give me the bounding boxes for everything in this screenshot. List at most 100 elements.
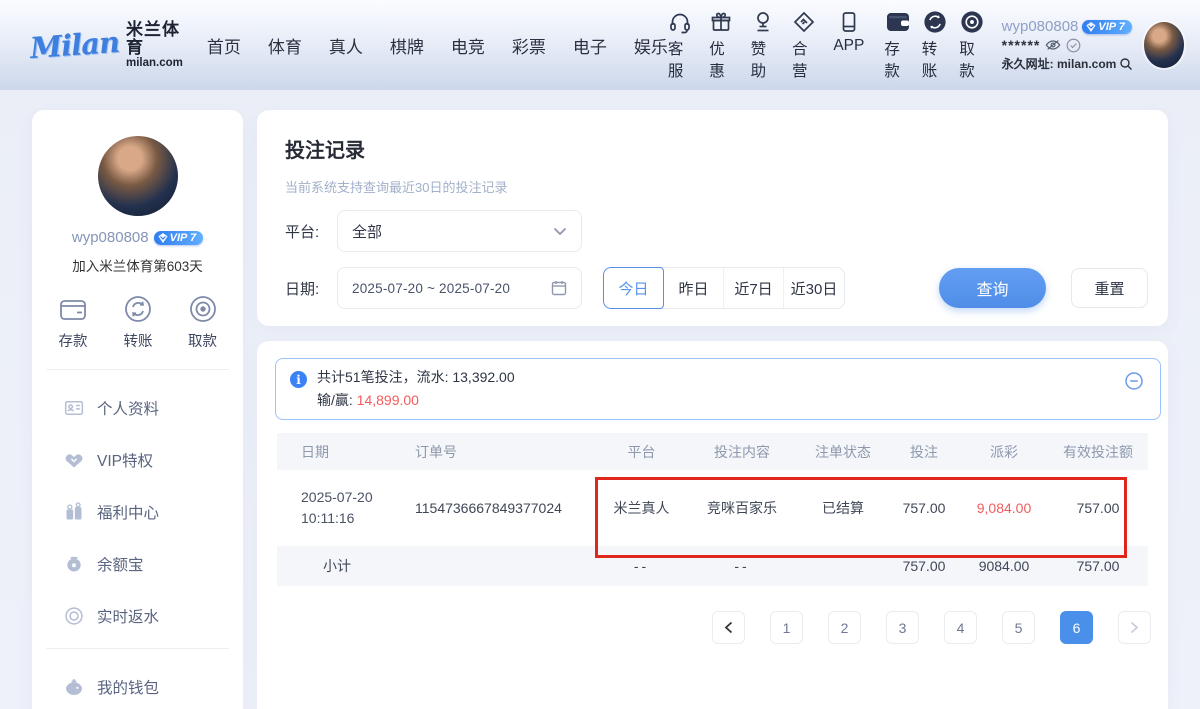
rebate-icon — [64, 606, 84, 626]
nav-item-live[interactable]: 真人 — [329, 33, 363, 58]
sidebar-item-yuebao[interactable]: 余额宝 — [32, 538, 243, 590]
sidebar-item-profile[interactable]: 个人资料 — [32, 382, 243, 434]
deposit-icon — [885, 10, 911, 34]
cell-valid-bet: 757.00 — [1048, 470, 1148, 546]
collapse-icon[interactable] — [1124, 371, 1144, 391]
platform-select[interactable]: 全部 — [337, 210, 582, 252]
bet-records-filter-card: 投注记录 当前系统支持查询最近30日的投注记录 平台: 全部 日期: 2025-… — [257, 110, 1168, 326]
cell-date: 2025-07-20 10:11:16 — [277, 470, 397, 546]
sidebar-item-label: 福利中心 — [97, 501, 159, 523]
sidebar-avatar[interactable] — [98, 136, 178, 216]
table-row: 2025-07-20 10:11:16 1154736667849377024 … — [277, 470, 1148, 546]
date-label: 日期: — [285, 278, 337, 299]
info-icon: i — [290, 371, 307, 388]
quick-icon-label: APP — [833, 37, 864, 55]
pagination-page-2[interactable]: 2 — [828, 611, 861, 644]
magnifier-icon[interactable] — [1119, 57, 1133, 71]
nav-item-home[interactable]: 首页 — [207, 33, 241, 58]
page-title: 投注记录 — [285, 134, 365, 163]
date-range-input[interactable]: 2025-07-20 ~ 2025-07-20 — [337, 267, 582, 309]
subtotal-content: -- — [686, 546, 798, 586]
transfer-button[interactable]: 转账 — [922, 10, 948, 81]
promotions-button[interactable]: 优惠 — [709, 10, 733, 81]
header-quick-icons: 客服 优惠 赞助 合营 APP — [668, 10, 864, 81]
deposit-button[interactable]: 存款 — [884, 10, 910, 81]
search-button[interactable]: 查询 — [939, 268, 1046, 308]
logo[interactable]: Milan 米兰体育 milan.com — [30, 21, 183, 69]
logo-domain: milan.com — [126, 57, 183, 69]
sidebar-item-rebate[interactable]: 实时返水 — [32, 590, 243, 642]
reset-button[interactable]: 重置 — [1071, 268, 1148, 308]
sidebar-menu-secondary: 我的钱包 — [32, 649, 243, 709]
header-wallet-icons: 存款 转账 取款 — [884, 10, 985, 81]
username: wyp080808 — [1002, 18, 1079, 35]
range-7days-button[interactable]: 近7日 — [724, 268, 784, 308]
logo-text: 米兰体育 milan.com — [126, 21, 183, 69]
pagination-page-3[interactable]: 3 — [886, 611, 919, 644]
wallet-icon — [64, 677, 84, 697]
vip-badge: VIP 7 — [1082, 20, 1132, 34]
phone-icon — [837, 10, 861, 34]
range-30days-button[interactable]: 近30日 — [784, 268, 844, 308]
nav-item-sports[interactable]: 体育 — [268, 33, 302, 58]
pagination: 1 2 3 4 5 6 — [712, 611, 1151, 644]
pagination-next-button[interactable] — [1118, 611, 1151, 644]
sidebar-transfer-button[interactable]: 转账 — [124, 295, 153, 351]
pagination-page-6[interactable]: 6 — [1060, 611, 1093, 644]
app-download-button[interactable]: APP — [833, 10, 864, 81]
join-days-text: 加入米兰体育第603天 — [32, 255, 243, 275]
nav-item-slots[interactable]: 电子 — [573, 33, 607, 58]
bet-records-table-card: i 共计51笔投注，流水: 13,392.00 输/赢: 14,899.00 日… — [257, 341, 1168, 709]
check-circle-icon[interactable] — [1066, 38, 1081, 53]
masked-balance: ****** — [1002, 37, 1041, 53]
platform-label: 平台: — [285, 221, 337, 242]
sidebar-vip-badge: VIP 7 — [154, 231, 204, 245]
cell-status: 已结算 — [798, 470, 888, 546]
col-header-content: 投注内容 — [686, 433, 798, 470]
quick-icon-label: 优惠 — [709, 37, 733, 81]
partnership-button[interactable]: 合营 — [792, 10, 816, 81]
deposit-icon — [58, 295, 88, 323]
eye-off-icon[interactable] — [1045, 38, 1061, 52]
range-yesterday-button[interactable]: 昨日 — [664, 268, 724, 308]
sidebar-item-vip[interactable]: VIP特权 — [32, 434, 243, 486]
sidebar-item-label: 个人资料 — [97, 397, 159, 419]
yuebao-icon — [64, 554, 84, 574]
handshake-icon — [792, 10, 816, 34]
table-header-row: 日期 订单号 平台 投注内容 注单状态 投注 派彩 有效投注额 — [277, 433, 1148, 470]
pagination-page-1[interactable]: 1 — [770, 611, 803, 644]
winloss-value: 14,899.00 — [357, 392, 419, 408]
avatar[interactable] — [1144, 22, 1185, 68]
withdraw-button[interactable]: 取款 — [959, 10, 985, 81]
sponsorship-button[interactable]: 赞助 — [751, 10, 775, 81]
range-today-button[interactable]: 今日 — [603, 267, 664, 309]
sidebar-item-wallet[interactable]: 我的钱包 — [32, 661, 243, 709]
logo-cn: 米兰体育 — [126, 21, 183, 57]
subtotal-row: 小计 -- -- 757.00 9084.00 757.00 — [277, 546, 1148, 586]
quick-icon-label: 合营 — [792, 37, 816, 81]
quick-icon-label: 赞助 — [751, 37, 775, 81]
sidebar-withdraw-button[interactable]: 取款 — [188, 295, 217, 351]
nav-item-entertainment[interactable]: 娱乐 — [634, 33, 668, 58]
user-info-block[interactable]: wyp080808 VIP 7 ****** 永久网址: milan.com — [1002, 18, 1136, 72]
subtotal-platform: -- — [597, 546, 686, 586]
pagination-prev-button[interactable] — [712, 611, 745, 644]
nav-item-esports[interactable]: 电竞 — [451, 33, 485, 58]
customer-service-button[interactable]: 客服 — [668, 10, 692, 81]
headset-icon — [668, 10, 692, 34]
col-header-platform: 平台 — [597, 433, 686, 470]
sidebar-item-welfare[interactable]: 福利中心 — [32, 486, 243, 538]
sidebar-item-label: VIP特权 — [97, 449, 153, 471]
quick-icon-label: 客服 — [668, 37, 692, 81]
welfare-icon — [64, 502, 84, 522]
sidebar-deposit-button[interactable]: 存款 — [58, 295, 88, 351]
withdraw-icon — [960, 10, 984, 34]
cell-order-no: 1154736667849377024 — [397, 470, 597, 546]
bet-records-table: 日期 订单号 平台 投注内容 注单状态 投注 派彩 有效投注额 2025-07-… — [277, 433, 1148, 586]
summary-totals: 共计51笔投注，流水: 13,392.00 — [317, 370, 515, 384]
nav-item-cards[interactable]: 棋牌 — [390, 33, 424, 58]
nav-item-lottery[interactable]: 彩票 — [512, 33, 546, 58]
pagination-page-5[interactable]: 5 — [1002, 611, 1035, 644]
pagination-page-4[interactable]: 4 — [944, 611, 977, 644]
vip-gem-icon — [1086, 22, 1096, 32]
